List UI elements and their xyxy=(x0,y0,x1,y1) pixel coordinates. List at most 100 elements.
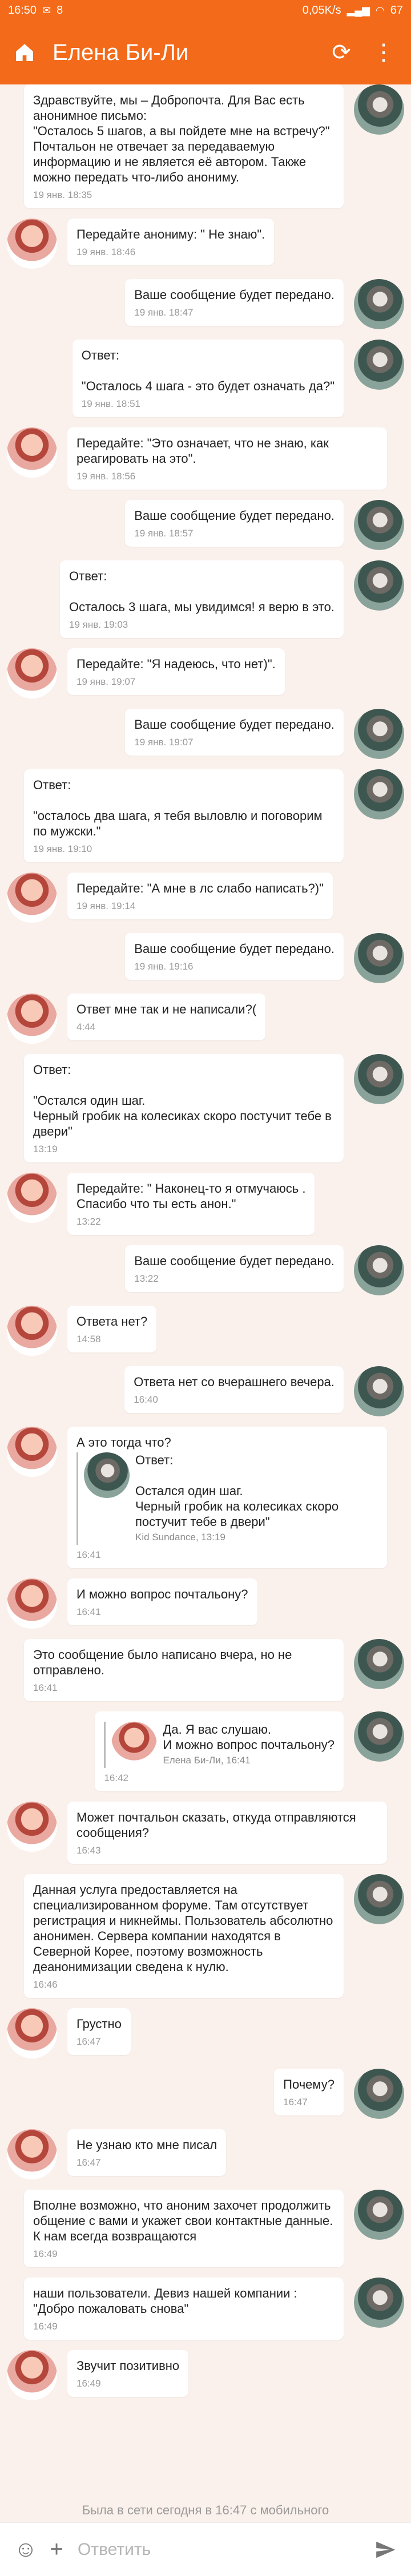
avatar[interactable] xyxy=(354,560,404,611)
avatar[interactable] xyxy=(7,1427,57,1477)
message-time: 19 янв. 18:57 xyxy=(134,528,194,539)
message-time: 16:46 xyxy=(33,1979,58,1990)
message-bubble[interactable]: Данная услуга предоставляется на специал… xyxy=(24,1874,344,1998)
avatar[interactable] xyxy=(354,500,404,550)
message-text: Ответа нет со вчерашнего вечера. xyxy=(134,1375,335,1389)
message-text: Данная услуга предоставляется на специал… xyxy=(33,1883,333,1974)
avatar[interactable] xyxy=(7,1802,57,1852)
message-time: 19 янв. 18:56 xyxy=(76,471,136,482)
message-bubble[interactable]: Ответ: "Осталось 4 шага - это будет озна… xyxy=(72,340,344,417)
reply-input[interactable] xyxy=(78,2539,364,2559)
avatar[interactable] xyxy=(7,219,57,269)
avatar[interactable] xyxy=(354,84,404,135)
avatar[interactable] xyxy=(354,1245,404,1295)
avatar[interactable] xyxy=(7,2008,57,2058)
message-bubble[interactable]: И можно вопрос почтальону? 16:41 xyxy=(67,1578,257,1625)
refresh-icon[interactable]: ⟳ xyxy=(325,37,357,68)
message-bubble[interactable]: Не узнаю кто мне писал 16:47 xyxy=(67,2129,227,2176)
message-row: наши пользователи. Девиз нашей компании … xyxy=(0,2278,411,2340)
message-bubble[interactable]: Ваше сообщение будет передано. 19 янв. 19… xyxy=(125,933,344,980)
message-text: Передайте: "Я надеюсь, что нет)". xyxy=(76,657,276,671)
home-icon[interactable] xyxy=(11,39,38,66)
message-bubble[interactable]: Ответа нет со вчерашнего вечера. 16:40 xyxy=(124,1366,344,1413)
message-bubble[interactable]: Ответ: Осталось 3 шага, мы увидимся! я в… xyxy=(60,560,344,638)
avatar[interactable] xyxy=(7,994,57,1044)
message-bubble[interactable]: Ответ мне так и не написали?(4:44 xyxy=(67,994,266,1040)
avatar[interactable] xyxy=(354,1874,404,1924)
message-bubble[interactable]: Почему? 16:47 xyxy=(274,2069,344,2115)
message-text: Ответ: "Остался один шаг. Черный гробик … xyxy=(33,1063,332,1138)
avatar[interactable] xyxy=(354,769,404,819)
message-row: Данная услуга предоставляется на специал… xyxy=(0,1874,411,1998)
message-text: наши пользователи. Девиз нашей компании … xyxy=(33,2286,297,2316)
avatar[interactable] xyxy=(354,279,404,329)
avatar[interactable] xyxy=(354,2190,404,2240)
message-bubble[interactable]: А это тогда что? Ответ: Остался один шаг.… xyxy=(67,1427,387,1568)
message-list[interactable]: Здравствуйте, мы – Добропочта. Для Вас е… xyxy=(0,84,411,2502)
avatar[interactable] xyxy=(354,340,404,390)
message-bubble[interactable]: Здравствуйте, мы – Добропочта. Для Вас е… xyxy=(24,84,344,208)
message-bubble[interactable]: Передайте: "А мне в лс слабо написать?)"… xyxy=(67,873,333,919)
message-bubble[interactable]: Ваше сообщение будет передано. 19 янв. 18… xyxy=(125,500,344,547)
message-bubble[interactable]: Вполне возможно, что аноним захочет прод… xyxy=(24,2190,344,2267)
message-row: Передайте: "Я надеюсь, что нет)". 19 янв.… xyxy=(0,648,411,698)
clock: 16:50 xyxy=(8,3,37,17)
message-bubble[interactable]: Это сообщение было написано вчера, но не… xyxy=(24,1639,344,1701)
message-row: Передайте: " Наконец-то я отмучаюсь . Сп… xyxy=(0,1173,411,1235)
message-row: Ответа нет? 14:58 xyxy=(0,1306,411,1356)
message-row: Звучит позитивно 16:49 xyxy=(0,2350,411,2400)
message-bubble[interactable]: Может почтальон сказать, откуда отправля… xyxy=(67,1802,387,1864)
message-time: 16:41 xyxy=(76,1606,101,1617)
message-bubble[interactable]: Передайте: " Наконец-то я отмучаюсь . Сп… xyxy=(67,1173,315,1235)
avatar[interactable] xyxy=(354,1639,404,1689)
avatar[interactable] xyxy=(354,1366,404,1416)
avatar[interactable] xyxy=(354,1711,404,1762)
avatar[interactable] xyxy=(7,1306,57,1356)
message-time: 4:44 xyxy=(76,1021,96,1032)
message-bubble[interactable]: Ваше сообщение будет передано. 13:22 xyxy=(125,1245,344,1292)
avatar[interactable] xyxy=(354,2278,404,2328)
avatar[interactable] xyxy=(354,933,404,983)
quoted-text: Да. Я вас слушаю. И можно вопрос почталь… xyxy=(163,1722,335,1752)
message-time: 19 янв. 18:51 xyxy=(81,398,141,409)
message-text: Грустно xyxy=(76,2017,122,2031)
avatar[interactable] xyxy=(7,2350,57,2400)
message-row: Ответ: "Осталось 4 шага - это будет озна… xyxy=(0,340,411,417)
message-bubble[interactable]: Ваше сообщение будет передано. 19 янв. 18… xyxy=(125,279,344,326)
avatar[interactable] xyxy=(354,1054,404,1104)
avatar[interactable] xyxy=(7,1578,57,1629)
message-row: Вполне возможно, что аноним захочет прод… xyxy=(0,2190,411,2267)
message-bubble[interactable]: Ответа нет? 14:58 xyxy=(67,1306,157,1352)
message-row: Не узнаю кто мне писал 16:47 xyxy=(0,2129,411,2179)
message-time: 16:47 xyxy=(76,2157,101,2168)
message-time: 16:49 xyxy=(76,2378,101,2389)
quoted-message: Ответ: Остался один шаг. Черный гробик н… xyxy=(76,1452,378,1545)
avatar[interactable] xyxy=(7,427,57,478)
message-bubble[interactable]: Грустно 16:47 xyxy=(67,2008,131,2055)
attach-icon[interactable]: + xyxy=(41,2534,72,2565)
avatar[interactable] xyxy=(354,709,404,759)
message-time: 16:49 xyxy=(33,2248,58,2259)
message-bubble[interactable]: Ваше сообщение будет передано. 19 янв. 19… xyxy=(125,709,344,756)
message-bubble[interactable]: Звучит позитивно 16:49 xyxy=(67,2350,189,2397)
more-menu-icon[interactable]: ⋮ xyxy=(368,37,400,68)
message-bubble[interactable]: Ответ: "Остался один шаг. Черный гробик … xyxy=(24,1054,344,1162)
message-bubble[interactable]: Да. Я вас слушаю. И можно вопрос почталь… xyxy=(95,1711,344,1791)
network-speed: 0,05K/s xyxy=(302,3,341,17)
message-time: 19 янв. 19:07 xyxy=(76,676,136,687)
message-text: Ответ: "осталось два шага, я тебя выловл… xyxy=(33,778,323,838)
message-bubble[interactable]: Ответ: "осталось два шага, я тебя выловл… xyxy=(24,769,344,862)
message-bubble[interactable]: Передайте: "Это означает, что не знаю, к… xyxy=(67,427,387,490)
send-icon[interactable] xyxy=(370,2534,401,2565)
message-time: 13:22 xyxy=(134,1273,159,1284)
message-bubble[interactable]: Передайте анониму: " Не знаю". 19 янв. 18… xyxy=(67,219,275,265)
avatar[interactable] xyxy=(7,873,57,923)
avatar[interactable] xyxy=(7,648,57,698)
avatar[interactable] xyxy=(7,2129,57,2179)
message-time: 16:42 xyxy=(104,1772,128,1783)
emoji-icon[interactable]: ☺ xyxy=(10,2534,41,2565)
avatar[interactable] xyxy=(7,1173,57,1223)
message-bubble[interactable]: Передайте: "Я надеюсь, что нет)". 19 янв.… xyxy=(67,648,285,695)
avatar[interactable] xyxy=(354,2069,404,2119)
message-bubble[interactable]: наши пользователи. Девиз нашей компании … xyxy=(24,2278,344,2340)
